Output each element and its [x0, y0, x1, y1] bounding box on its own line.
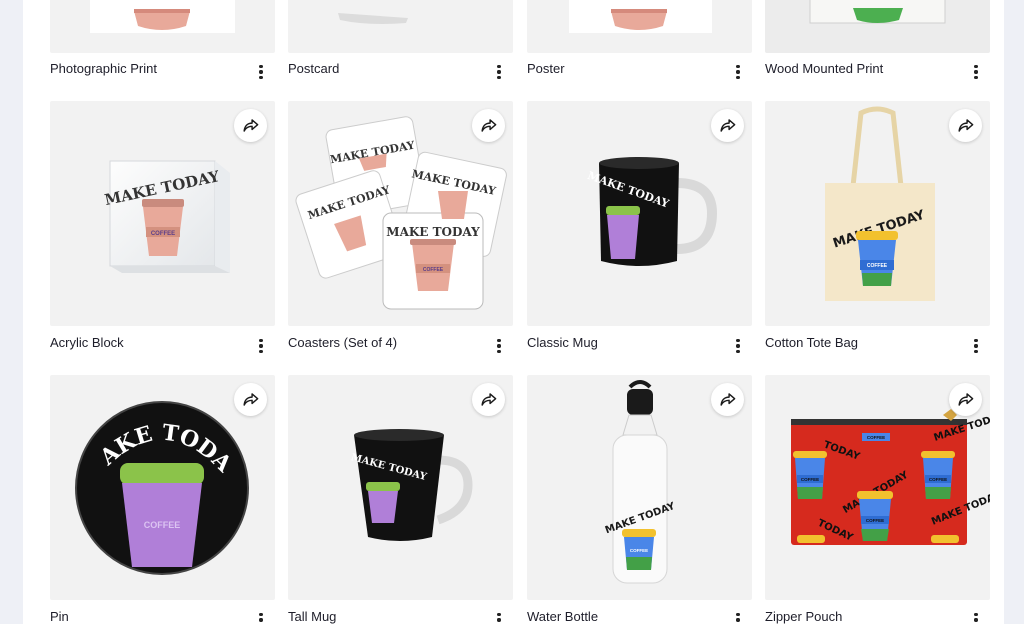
product-image[interactable]: MAKE TODAY COFFEE — [527, 375, 752, 600]
svg-text:MAKE TODAY: MAKE TODAY — [386, 225, 480, 239]
more-vertical-icon — [497, 64, 501, 69]
product-title[interactable]: Poster — [527, 61, 565, 76]
product-title[interactable]: Wood Mounted Print — [765, 61, 883, 76]
product-title[interactable]: Pin — [50, 609, 69, 624]
product-title[interactable]: Tall Mug — [288, 609, 336, 624]
share-icon — [958, 119, 974, 132]
more-options-button[interactable] — [253, 335, 269, 357]
product-image[interactable]: MAKE TODAY — [288, 375, 513, 600]
svg-text:COFFEE: COFFEE — [867, 435, 885, 440]
share-button[interactable] — [711, 109, 744, 142]
more-options-button[interactable] — [491, 61, 507, 83]
share-icon — [720, 119, 736, 132]
more-options-button[interactable] — [491, 335, 507, 357]
more-vertical-icon — [736, 612, 740, 617]
more-vertical-icon — [497, 612, 501, 617]
share-button[interactable] — [234, 109, 267, 142]
more-options-button[interactable] — [730, 609, 746, 624]
more-options-button[interactable] — [968, 335, 984, 357]
more-vertical-icon — [736, 338, 740, 343]
share-icon — [958, 393, 974, 406]
product-title[interactable]: Acrylic Block — [50, 335, 124, 350]
share-icon — [243, 393, 259, 406]
product-image[interactable] — [765, 0, 990, 53]
share-icon — [481, 393, 497, 406]
more-options-button[interactable] — [968, 609, 984, 624]
more-options-button[interactable] — [491, 609, 507, 624]
more-options-button[interactable] — [730, 335, 746, 357]
product-image[interactable]: TODAY MAKE TODA MAKE TODAY TODAY MAKE TO… — [765, 375, 990, 600]
svg-text:COFFEE: COFFEE — [630, 548, 648, 553]
more-vertical-icon — [974, 338, 978, 343]
product-title[interactable]: Postcard — [288, 61, 339, 76]
svg-text:COFFEE: COFFEE — [867, 263, 888, 269]
more-options-button[interactable] — [730, 61, 746, 83]
share-button[interactable] — [949, 383, 982, 416]
svg-text:COFFEE: COFFEE — [144, 520, 181, 530]
product-image[interactable] — [527, 0, 752, 53]
svg-text:COFFEE: COFFEE — [929, 477, 947, 482]
svg-text:COFFEE: COFFEE — [151, 231, 175, 237]
share-icon — [720, 393, 736, 406]
svg-text:COFFEE: COFFEE — [801, 477, 819, 482]
share-button[interactable] — [472, 383, 505, 416]
more-vertical-icon — [974, 612, 978, 617]
product-title[interactable]: Zipper Pouch — [765, 609, 842, 624]
product-title[interactable]: Classic Mug — [527, 335, 598, 350]
product-image[interactable]: MAKE TODAY COFFEE — [50, 101, 275, 326]
product-image[interactable]: MAKE TODAY COFFEE — [50, 375, 275, 600]
share-icon — [243, 119, 259, 132]
product-image[interactable] — [288, 0, 513, 53]
svg-text:COFFEE: COFFEE — [423, 267, 444, 273]
product-image[interactable]: MAKE TODAY COFFEE — [765, 101, 990, 326]
more-vertical-icon — [736, 64, 740, 69]
product-title[interactable]: Cotton Tote Bag — [765, 335, 858, 350]
more-vertical-icon — [497, 338, 501, 343]
more-vertical-icon — [259, 64, 263, 69]
product-title[interactable]: Photographic Print — [50, 61, 157, 76]
product-image[interactable]: MAKE TODAY — [527, 101, 752, 326]
product-title[interactable]: Water Bottle — [527, 609, 598, 624]
more-options-button[interactable] — [253, 609, 269, 624]
share-icon — [481, 119, 497, 132]
share-button[interactable] — [949, 109, 982, 142]
product-image[interactable]: MAKE TODAY MAKE TODAY MAKE TODAY MAKE TO… — [288, 101, 513, 326]
product-title[interactable]: Coasters (Set of 4) — [288, 335, 397, 350]
share-button[interactable] — [234, 383, 267, 416]
more-vertical-icon — [259, 612, 263, 617]
product-grid: Photographic Print Postcard Poster Wood … — [23, 0, 1004, 624]
more-vertical-icon — [259, 338, 263, 343]
share-button[interactable] — [472, 109, 505, 142]
more-vertical-icon — [974, 64, 978, 69]
share-button[interactable] — [711, 383, 744, 416]
svg-text:COFFEE: COFFEE — [866, 518, 884, 523]
product-image[interactable] — [50, 0, 275, 53]
more-options-button[interactable] — [253, 61, 269, 83]
more-options-button[interactable] — [968, 61, 984, 83]
